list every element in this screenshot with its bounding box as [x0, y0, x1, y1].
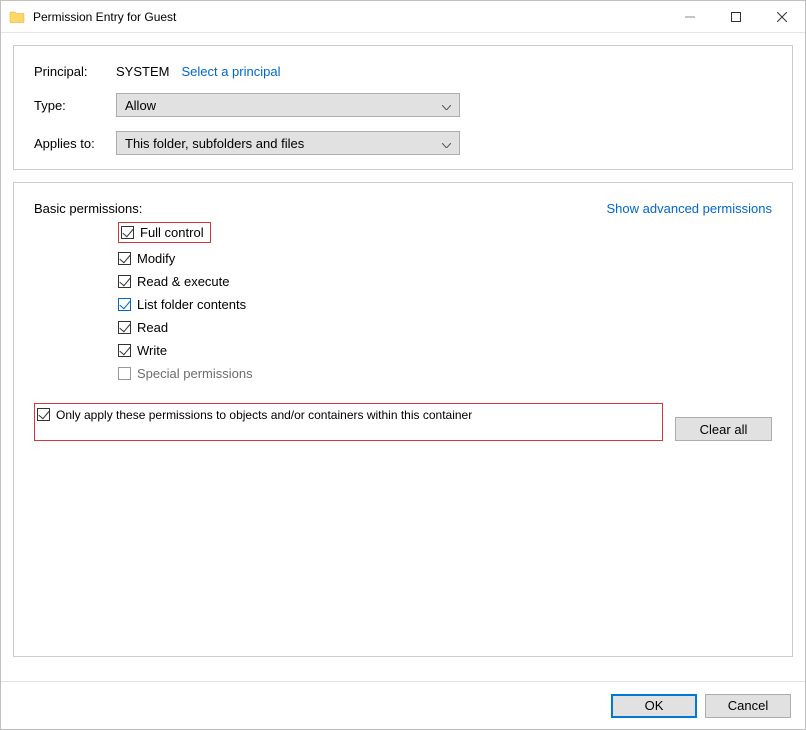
permissions-list: Full control Modify Read & execute List … [118, 222, 772, 381]
permission-label: Special permissions [137, 366, 253, 381]
applies-to-label: Applies to: [34, 136, 116, 151]
applies-to-select[interactable]: This folder, subfolders and files [116, 131, 460, 155]
maximize-button[interactable] [713, 1, 759, 32]
permissions-panel: Basic permissions: Show advanced permiss… [13, 182, 793, 657]
principal-value: SYSTEM [116, 64, 169, 79]
apply-only-checkbox[interactable] [37, 408, 50, 421]
permission-label: Write [137, 343, 167, 358]
type-row: Type: Allow [34, 93, 772, 117]
permission-special: Special permissions [118, 366, 772, 381]
chevron-down-icon [442, 136, 451, 151]
read-execute-checkbox[interactable] [118, 275, 131, 288]
window-controls [667, 1, 805, 32]
permission-label: Read & execute [137, 274, 230, 289]
permission-label: List folder contents [137, 297, 246, 312]
type-label: Type: [34, 98, 116, 113]
clear-all-button[interactable]: Clear all [675, 417, 772, 441]
principal-label: Principal: [34, 64, 116, 79]
full-control-checkbox[interactable] [121, 226, 134, 239]
close-button[interactable] [759, 1, 805, 32]
permission-full-control: Full control [118, 222, 772, 243]
content-area: Principal: SYSTEM Select a principal Typ… [1, 33, 805, 681]
permission-label: Read [137, 320, 168, 335]
permission-label: Full control [140, 225, 204, 240]
list-folder-contents-checkbox[interactable] [118, 298, 131, 311]
type-select[interactable]: Allow [116, 93, 460, 117]
titlebar: Permission Entry for Guest [1, 1, 805, 33]
permission-read-execute: Read & execute [118, 274, 772, 289]
select-principal-link[interactable]: Select a principal [181, 64, 280, 79]
folder-icon [9, 9, 25, 25]
show-advanced-permissions-link[interactable]: Show advanced permissions [607, 201, 772, 216]
apply-only-label: Only apply these permissions to objects … [56, 408, 472, 422]
modify-checkbox[interactable] [118, 252, 131, 265]
write-checkbox[interactable] [118, 344, 131, 357]
principal-row: Principal: SYSTEM Select a principal [34, 64, 772, 79]
read-checkbox[interactable] [118, 321, 131, 334]
ok-button[interactable]: OK [611, 694, 697, 718]
permission-read: Read [118, 320, 772, 335]
permission-label: Modify [137, 251, 175, 266]
dialog-footer: OK Cancel [1, 681, 805, 729]
applies-to-row: Applies to: This folder, subfolders and … [34, 131, 772, 155]
principal-panel: Principal: SYSTEM Select a principal Typ… [13, 45, 793, 170]
window-title: Permission Entry for Guest [33, 10, 667, 24]
type-select-value: Allow [125, 98, 156, 113]
applies-to-select-value: This folder, subfolders and files [125, 136, 304, 151]
special-permissions-checkbox [118, 367, 131, 380]
chevron-down-icon [442, 98, 451, 113]
apply-only-row: Only apply these permissions to objects … [34, 403, 772, 441]
cancel-button[interactable]: Cancel [705, 694, 791, 718]
permission-modify: Modify [118, 251, 772, 266]
minimize-button[interactable] [667, 1, 713, 32]
permission-list-folder-contents: List folder contents [118, 297, 772, 312]
permission-write: Write [118, 343, 772, 358]
basic-permissions-label: Basic permissions: [34, 201, 142, 216]
